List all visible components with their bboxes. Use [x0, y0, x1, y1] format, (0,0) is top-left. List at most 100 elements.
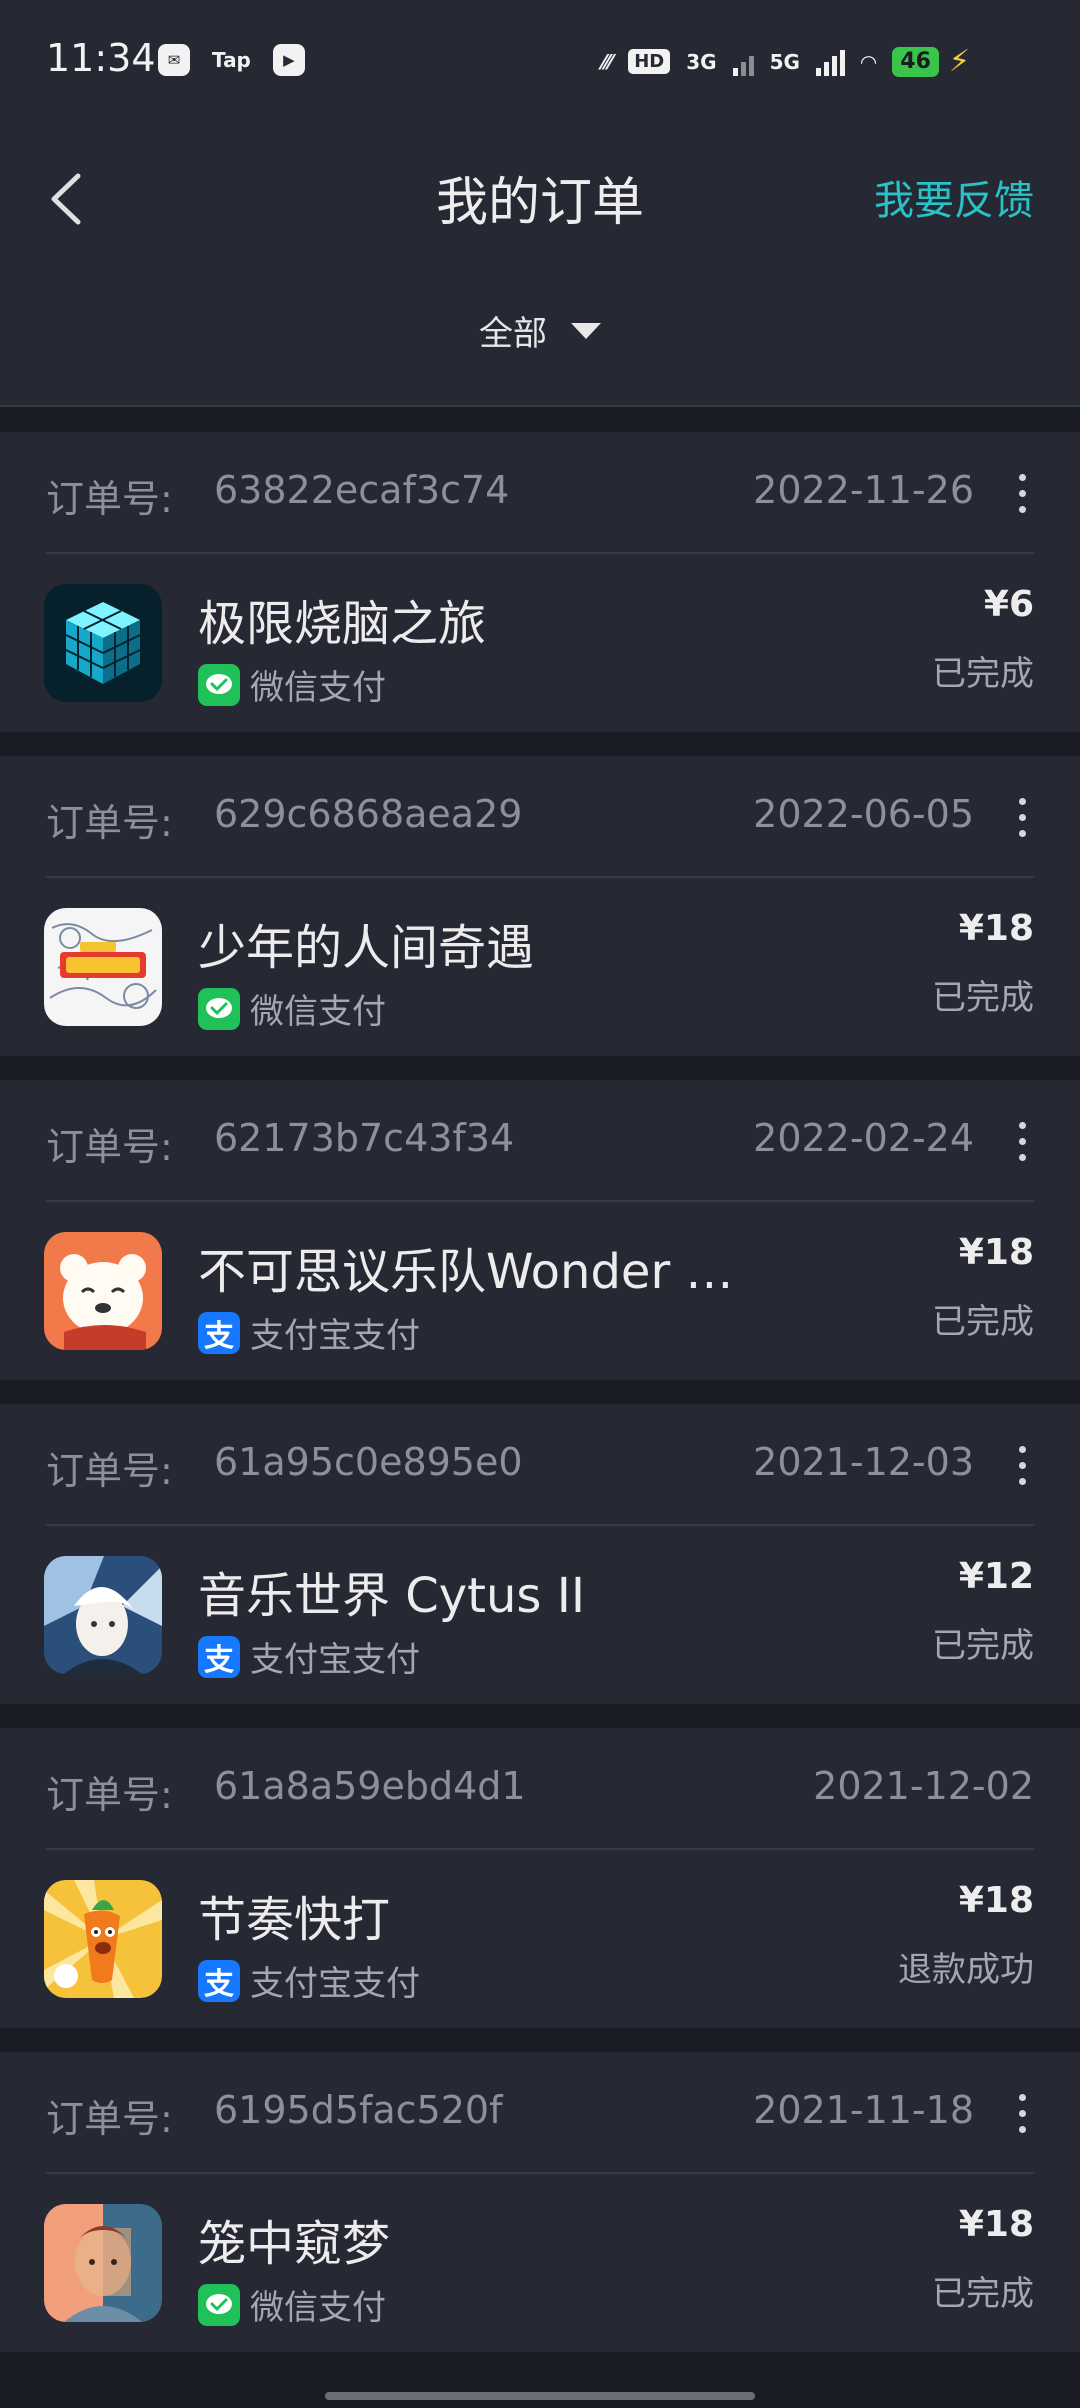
charging-icon: ⚡: [948, 44, 970, 79]
more-icon[interactable]: [1014, 2094, 1030, 2134]
signal-3g-icon: [732, 48, 754, 76]
order-card[interactable]: 订单号: 6195d5fac520f 2021-11-18 笼中窥梦 微信支付: [0, 2052, 1080, 2352]
divider: [46, 1200, 1034, 1202]
order-header: 订单号: 6195d5fac520f 2021-11-18: [46, 2052, 1080, 2172]
order-header: 订单号: 629c6868aea29 2022-06-05: [46, 756, 1080, 876]
caret-down-icon: [571, 322, 601, 339]
page-header: 我的订单 我要反馈 全部: [0, 120, 1080, 407]
order-number-label: 订单号:: [46, 801, 173, 845]
more-icon[interactable]: [1014, 1446, 1030, 1486]
order-price: ¥18: [958, 2204, 1034, 2245]
payment-method: 支 支付宝支付: [198, 1956, 420, 2005]
wechat-pay-icon: [198, 987, 240, 1030]
order-number: 629c6868aea29: [214, 792, 523, 836]
order-header: 订单号: 61a95c0e895e0 2021-12-03: [46, 1404, 1080, 1524]
cube-game-icon: [44, 584, 162, 702]
signal-5g-icon: [815, 48, 845, 76]
carrier-icon: ⁄⁄⁄: [602, 49, 613, 74]
order-date: 2022-02-24: [753, 1116, 974, 1160]
battery-icon: 46: [892, 46, 939, 77]
wechat-pay-icon: [198, 663, 240, 706]
payment-label: 支付宝支付: [250, 1964, 420, 2004]
carrot-game-icon: [44, 1880, 162, 1998]
order-card[interactable]: 订单号: 61a8a59ebd4d1 2021-12-02 节奏快打 支 支付宝…: [0, 1728, 1080, 2028]
order-card[interactable]: 订单号: 629c6868aea29 2022-06-05 少年的人间奇遇 微信…: [0, 756, 1080, 1056]
order-card[interactable]: 订单号: 63822ecaf3c74 2022-11-26 极限烧脑之旅 微信支…: [0, 432, 1080, 732]
order-number-label: 订单号:: [46, 1773, 173, 1817]
order-price: ¥6: [983, 584, 1034, 625]
divider: [46, 2172, 1034, 2174]
payment-method: 微信支付: [198, 660, 386, 709]
home-indicator[interactable]: [325, 2392, 755, 2400]
status-indicators: ⁄⁄⁄ HD 3G 5G ◠ 46 ⚡: [602, 44, 970, 79]
order-price: ¥18: [958, 1880, 1034, 1921]
order-number: 6195d5fac520f: [214, 2088, 503, 2132]
order-number-label: 订单号:: [46, 1125, 173, 1169]
app-name: 不可思议乐队Wonder …: [198, 1244, 734, 1300]
app-name: 少年的人间奇遇: [198, 920, 535, 976]
payment-method: 支 支付宝支付: [198, 1632, 420, 1681]
status-time: 11:34: [46, 36, 156, 80]
alipay-icon: 支: [198, 1635, 240, 1678]
payment-label: 微信支付: [250, 668, 386, 708]
status-bar: 11:34 ✉ Tap ▶ ⁄⁄⁄ HD 3G 5G ◠ 46 ⚡: [0, 0, 1080, 120]
app-name: 极限烧脑之旅: [198, 596, 487, 652]
hd-badge: HD: [628, 49, 671, 74]
order-date: 2022-11-26: [753, 468, 974, 512]
order-number-label: 订单号:: [46, 2097, 173, 2141]
order-list: 订单号: 63822ecaf3c74 2022-11-26 极限烧脑之旅 微信支…: [0, 432, 1080, 2376]
order-number: 61a8a59ebd4d1: [214, 1764, 526, 1808]
order-status: 已完成: [932, 654, 1034, 694]
divider: [46, 1524, 1034, 1526]
divider: [46, 876, 1034, 878]
comic-game-icon: [44, 908, 162, 1026]
payment-method: 微信支付: [198, 984, 386, 1033]
message-icon: ✉: [158, 44, 190, 76]
network-3g-label: 3G: [686, 49, 717, 74]
network-5g-label: 5G: [769, 49, 800, 74]
order-number-label: 订单号:: [46, 477, 173, 521]
order-status: 已完成: [932, 2274, 1034, 2314]
more-icon[interactable]: [1014, 474, 1030, 514]
order-date: 2021-11-18: [753, 2088, 974, 2132]
order-card[interactable]: 订单号: 62173b7c43f34 2022-02-24 不可思议乐队Wond…: [0, 1080, 1080, 1380]
payment-label: 支付宝支付: [250, 1640, 420, 1680]
order-status: 已完成: [932, 1626, 1034, 1666]
cytus-game-icon: [44, 1556, 162, 1674]
app-name: 笼中窥梦: [198, 2216, 391, 2272]
alipay-icon: 支: [198, 1311, 240, 1354]
payment-label: 支付宝支付: [250, 1316, 420, 1356]
app-name: 音乐世界 Cytus II: [198, 1568, 586, 1624]
order-date: 2021-12-02: [813, 1764, 1034, 1808]
status-app-icons: ✉ Tap ▶: [158, 44, 305, 76]
order-number: 62173b7c43f34: [214, 1116, 515, 1160]
order-date: 2021-12-03: [753, 1440, 974, 1484]
feedback-link[interactable]: 我要反馈: [874, 168, 1034, 226]
order-status: 退款成功: [898, 1950, 1034, 1990]
order-status: 已完成: [932, 1302, 1034, 1342]
order-number-label: 订单号:: [46, 1449, 173, 1493]
divider: [46, 1848, 1034, 1850]
more-icon[interactable]: [1014, 798, 1030, 838]
alipay-icon: 支: [198, 1959, 240, 2002]
order-price: ¥12: [958, 1556, 1034, 1597]
face-game-icon: [44, 2204, 162, 2322]
order-number: 63822ecaf3c74: [214, 468, 510, 512]
order-card[interactable]: 订单号: 61a95c0e895e0 2021-12-03 音乐世界 Cytus…: [0, 1404, 1080, 1704]
bear-game-icon: [44, 1232, 162, 1350]
order-status: 已完成: [932, 978, 1034, 1018]
tap-icon: Tap: [212, 48, 251, 72]
wifi-icon: ◠: [860, 49, 877, 74]
filter-label: 全部: [479, 314, 547, 354]
order-price: ¥18: [958, 1232, 1034, 1273]
order-header: 订单号: 62173b7c43f34 2022-02-24: [46, 1080, 1080, 1200]
divider: [46, 552, 1034, 554]
order-header: 订单号: 63822ecaf3c74 2022-11-26: [46, 432, 1080, 552]
order-number: 61a95c0e895e0: [214, 1440, 523, 1484]
wechat-pay-icon: [198, 2283, 240, 2326]
more-icon[interactable]: [1014, 1122, 1030, 1162]
filter-dropdown[interactable]: 全部: [0, 306, 1080, 355]
order-price: ¥18: [958, 908, 1034, 949]
play-icon: ▶: [272, 44, 305, 76]
app-name: 节奏快打: [198, 1892, 391, 1948]
